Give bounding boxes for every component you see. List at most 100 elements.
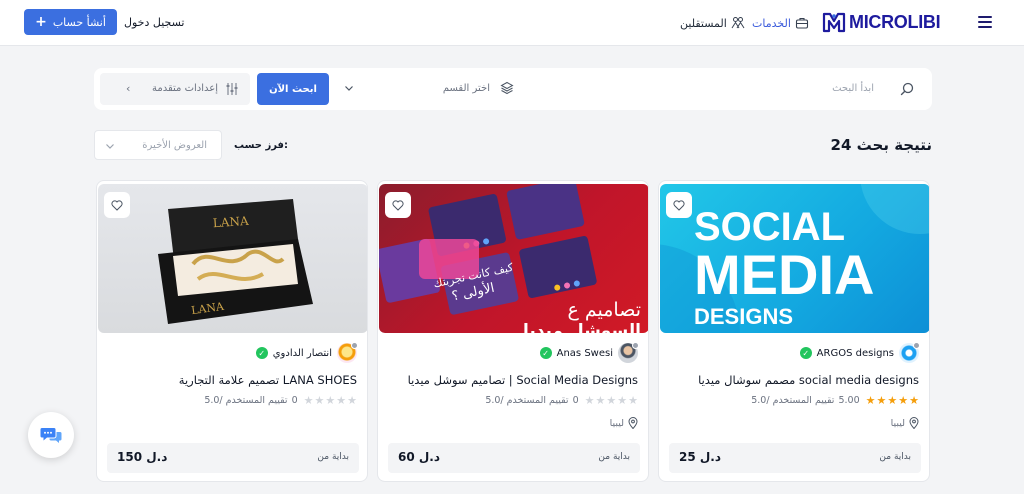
rating: 5.0/ تقييم المستخدم 0 ★ ★ ★ ★ ★ [485,395,638,406]
verified-icon: ✓ [799,347,812,359]
menu-icon[interactable] [978,16,992,28]
service-card[interactable]: SOCIAL MEDIA DESIGNS ✓ ARGOS designs مصم… [658,180,930,482]
search-button[interactable]: ابحث الآن [257,73,329,105]
rating-value: 0 [572,395,579,406]
seller-name: ARGOS designs [816,347,894,359]
login-link[interactable]: تسجيل دخول [124,16,185,29]
service-title[interactable]: تصميم علامة التجارية LANA SHOES [179,373,357,387]
chat-icon [40,428,62,443]
nav-freelancers[interactable]: المستقلين [680,16,745,30]
star-icon: ★ [336,394,347,407]
rating-text: 5.0/ تقييم المستخدم [751,395,835,406]
service-title[interactable]: مصمم سوشال ميديا social media designs [698,373,919,387]
create-account-label: أنشأ حساب [52,15,106,29]
chevron-down-icon [106,144,114,149]
header: MICROLIBI الخدمات المستقلين تسجيل دخول +… [0,0,1024,46]
search-bar: ابدأ البحث اختر القسم ابحث الآن إعدادات … [94,68,932,110]
sort-label: فرز حسب: [234,140,288,151]
stars: ★ ★ ★ ★ ★ [585,395,638,406]
star-icon: ★ [606,394,617,407]
search-icon [900,82,914,96]
favorite-button[interactable] [666,192,692,218]
users-icon [731,17,745,29]
service-card[interactable]: كيف كانت تجربتك الأولى ؟ تصاميم ع السوشل… [377,180,649,482]
logo-text: MICROLIBI [849,11,941,32]
advanced-settings-button[interactable]: إعدادات متقدمة ‹ [100,73,250,105]
heart-icon [111,199,123,211]
nav-services[interactable]: الخدمات [752,16,809,30]
price-from-label: بداية من [598,452,630,462]
price-box: بداية من 25 د.ل [669,443,921,473]
star-icon: ★ [584,394,595,407]
verified-icon: ✓ [539,347,552,359]
online-status-dot [351,342,358,349]
logo-mark-icon [822,12,846,33]
verified-icon: ✓ [255,347,268,359]
social-designs-artwork: كيف كانت تجربتك الأولى ؟ تصاميم ع السوشل… [379,184,641,333]
service-image[interactable]: LANA LANA [98,184,367,333]
price: 60 د.ل [398,450,441,464]
location: ليبيا [891,417,919,429]
sliders-icon [226,83,238,95]
plus-icon: + [35,14,47,30]
location-text: ليبيا [609,417,624,429]
seller-info[interactable]: ✓ انتصار الدادوي [255,342,358,363]
search-input[interactable]: ابدأ البحث [832,83,874,94]
service-title[interactable]: تصاميم سوشل ميديا | Social Media Designs [408,373,638,387]
price-from-label: بداية من [879,452,911,462]
avatar [337,342,358,363]
category-placeholder: اختر القسم [442,83,490,94]
briefcase-icon [795,17,808,29]
seller-info[interactable]: ✓ ARGOS designs [799,342,920,363]
image-text-social-ar: السوشل ميديا [523,321,641,333]
star-icon: ★ [628,394,638,407]
location-pin-icon [628,417,638,429]
create-account-button[interactable]: + أنشأ حساب [24,9,117,35]
heart-icon [673,199,685,211]
image-text-lana: LANA [212,214,249,230]
service-card[interactable]: LANA LANA ✓ انتصار الدادوي تصميم علامة ا… [96,180,368,482]
image-text-designs: DESIGNS [694,304,793,329]
service-image[interactable]: كيف كانت تجربتك الأولى ؟ تصاميم ع السوشل… [379,184,648,333]
stars: ★ ★ ★ ★ ★ [866,395,919,406]
rating-value: 0 [291,395,298,406]
layers-icon [500,81,514,95]
online-status-dot [913,342,920,349]
location-pin-icon [909,417,919,429]
seller-info[interactable]: ✓ Anas Swesi [539,342,639,363]
star-icon: ★ [617,394,628,407]
advanced-settings-label: إعدادات متقدمة [152,83,218,94]
chevron-down-icon [345,86,353,91]
results-count-title: 24 نتيجة بحث [830,136,932,154]
price-box: بداية من 150 د.ل [107,443,359,473]
rating-text: 5.0/ تقييم المستخدم [204,395,288,406]
location: ليبيا [610,417,638,429]
nav-services-label: الخدمات [752,16,791,30]
chat-button[interactable] [28,412,74,458]
star-icon: ★ [325,394,336,407]
seller-name: Anas Swesi [556,347,613,359]
online-status-dot [632,342,639,349]
social-media-artwork: SOCIAL MEDIA DESIGNS [660,184,929,333]
star-icon: ★ [898,394,909,407]
favorite-button[interactable] [104,192,130,218]
star-icon: ★ [303,394,314,407]
category-select[interactable]: اختر القسم [344,81,514,97]
price-box: بداية من 60 د.ل [388,443,640,473]
shoe-box-artwork: LANA LANA [158,199,313,324]
seller-name: انتصار الدادوي [272,347,332,359]
favorite-button[interactable] [385,192,411,218]
stars: ★ ★ ★ ★ ★ [304,395,357,406]
rating-text: 5.0/ تقييم المستخدم [485,395,569,406]
logo[interactable]: MICROLIBI [822,11,941,33]
rating: 5.0/ تقييم المستخدم 5.00 ★ ★ ★ ★ ★ [751,395,919,406]
service-image[interactable]: SOCIAL MEDIA DESIGNS [660,184,929,333]
price: 25 د.ل [679,450,722,464]
rating-value: 5.00 [838,395,860,406]
chevron-left-icon: ‹ [126,82,131,95]
sort-value: العروض الأخيرة [142,140,207,151]
star-icon: ★ [909,394,919,407]
star-icon: ★ [347,394,357,407]
sort-select[interactable]: العروض الأخيرة [94,130,222,160]
star-icon: ★ [865,394,876,407]
